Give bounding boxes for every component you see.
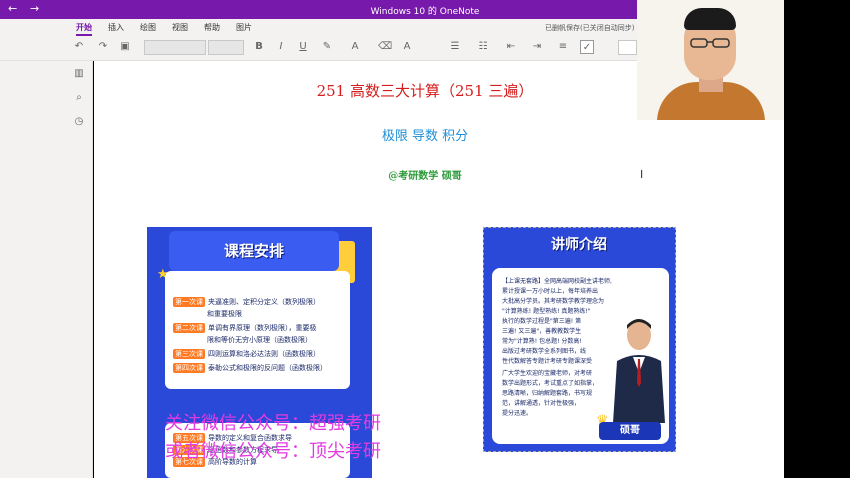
- presenter-hair: [684, 8, 736, 30]
- tab-picture[interactable]: 图片: [236, 22, 252, 33]
- eraser-icon[interactable]: ⌫: [378, 40, 392, 54]
- clipboard-icon[interactable]: ▣: [118, 40, 132, 54]
- lesson-label: 第三次课: [173, 349, 205, 359]
- bio-line: 累计授课一万小时以上，每年培养出: [502, 288, 599, 295]
- bio-line: 大批高分学员。其考研数学教学理念为: [502, 298, 605, 305]
- tab-insert[interactable]: 插入: [108, 22, 124, 33]
- align-icon[interactable]: ≡: [556, 40, 570, 54]
- numbering-icon[interactable]: ☷: [476, 40, 490, 54]
- lesson-line: 第三次课 四则运算和洛必达法则（函数极限）: [173, 349, 320, 359]
- notebooks-icon[interactable]: ▥: [72, 67, 86, 81]
- lesson-line: 第二次课 单调有界原理（数列极限），重要极: [173, 323, 317, 333]
- bio-line: 范，讲解通透，针对性极强，: [502, 400, 581, 407]
- highlight-icon[interactable]: ✎: [320, 40, 334, 54]
- bio-line: "计算熟练! 题型熟练! 真题熟练!": [502, 308, 591, 315]
- indent-icon[interactable]: ⇥: [530, 40, 544, 54]
- webcam-overlay: [637, 0, 784, 120]
- italic-icon[interactable]: I: [274, 40, 288, 54]
- text-cursor-icon: I: [640, 168, 644, 181]
- watermark-text: 关注微信公众号：超强考研 或者微信公众号：顶尖考研: [165, 410, 381, 466]
- ribbon: 开始 插入 绘图 视图 帮助 图片 已删帆保存(已关闭自动同步) ↶ ↷ ▣ B…: [0, 19, 637, 61]
- lecturer-intro-image[interactable]: 讲师介绍 【上课无套路】全网高端网校副主讲老师, 累计授课一万小时以上，每年培养…: [483, 227, 676, 452]
- tab-home[interactable]: 开始: [76, 22, 92, 36]
- lesson-text: 泰勒公式和极限的反问题（函数极限）: [208, 364, 327, 372]
- bio-line: 执行的数学过程是"第三遍! 第: [502, 318, 582, 325]
- tab-help[interactable]: 帮助: [204, 22, 220, 33]
- tab-draw[interactable]: 绘图: [140, 22, 156, 33]
- bio-line: 广大学生欢迎的宝藏老师，对考研: [502, 370, 593, 377]
- right-black-bar: [784, 0, 850, 478]
- watermark-line-1: 关注微信公众号：超强考研: [165, 413, 381, 434]
- lesson-text: 四则运算和洛必达法则（函数极限）: [208, 350, 320, 358]
- lesson-text: 夹逼准则、定积分定义（数列极限）: [208, 298, 320, 306]
- font-family-input[interactable]: [144, 40, 206, 55]
- undo-icon[interactable]: ↶: [72, 40, 86, 54]
- bullets-icon[interactable]: ☰: [448, 40, 462, 54]
- lesson-label: 第一次课: [173, 297, 205, 307]
- bold-icon[interactable]: B: [252, 40, 266, 54]
- glasses-icon: [690, 38, 730, 48]
- poster2-banner: 讲师介绍: [551, 237, 607, 253]
- lesson-line: 和重要极限: [207, 309, 242, 319]
- toolbar: ↶ ↷ ▣ B I U ✎ A ⌫ A ☰ ☷ ⇤ ⇥ ≡ ✓: [0, 37, 637, 59]
- lesson-line: 第一次课 夹逼准则、定积分定义（数列极限）: [173, 297, 320, 307]
- bio-line: 提分迅速。: [502, 410, 533, 417]
- lesson-text: 限和等价无穷小原理（函数极限）: [207, 336, 312, 344]
- lesson-text: 和重要极限: [207, 310, 242, 318]
- tag-dropdown[interactable]: [618, 40, 637, 55]
- ribbon-tabs: 开始 插入 绘图 视图 帮助 图片 已删帆保存(已关闭自动同步): [0, 19, 637, 36]
- bio-line: 性代数解答专题计考研专题课深受: [502, 358, 593, 365]
- page-author: @考研数学 硕哥: [388, 171, 462, 182]
- lesson-line: 第四次课 泰勒公式和极限的反问题（函数极限）: [173, 363, 327, 373]
- lesson-line: 限和等价无穷小原理（函数极限）: [207, 335, 312, 345]
- lecturer-name: 硕哥: [599, 422, 661, 440]
- schedule-card: 第一次课 夹逼准则、定积分定义（数列极限） 和重要极限 第二次课 单调有界原理（数列…: [165, 271, 350, 389]
- bio-line: 出版过考研数学全系列图书，线: [502, 348, 587, 355]
- redo-icon[interactable]: ↷: [96, 40, 110, 54]
- poster1-banner: 课程安排: [169, 231, 339, 271]
- outdent-icon[interactable]: ⇤: [504, 40, 518, 54]
- lesson-label: 第二次课: [173, 323, 205, 333]
- font-size-input[interactable]: [208, 40, 244, 55]
- bio-line: 常为"计算熟! 包总题! 分数高!: [502, 338, 582, 345]
- left-nav-rail: ▥ ⌕ ◷: [0, 61, 93, 478]
- checkbox-icon[interactable]: ✓: [580, 40, 594, 54]
- lecturer-photo: [613, 319, 665, 423]
- lesson-text: 单调有界原理（数列极限），重要极: [208, 324, 317, 332]
- bio-line: 数学出题形式，考试重点了如指掌，: [502, 380, 599, 387]
- lesson-label: 第四次课: [173, 363, 205, 373]
- bio-line: 思路清晰，归纳解题套路，书写规: [502, 390, 593, 397]
- tab-view[interactable]: 视图: [172, 22, 188, 33]
- bio-line: 三遍! 又三遍"，善教教数学生: [502, 328, 582, 335]
- watermark-line-2: 或者微信公众号：顶尖考研: [165, 441, 381, 462]
- underline-icon[interactable]: U: [296, 40, 310, 54]
- style-icon[interactable]: A: [400, 40, 414, 54]
- save-status-text: 已删帆保存(已关闭自动同步): [545, 24, 635, 32]
- page-subtitle: 极限 导数 积分: [381, 129, 469, 144]
- font-color-icon[interactable]: A: [348, 40, 362, 54]
- bio-line: 【上课无套路】全网高端网校副主讲老师,: [502, 278, 612, 285]
